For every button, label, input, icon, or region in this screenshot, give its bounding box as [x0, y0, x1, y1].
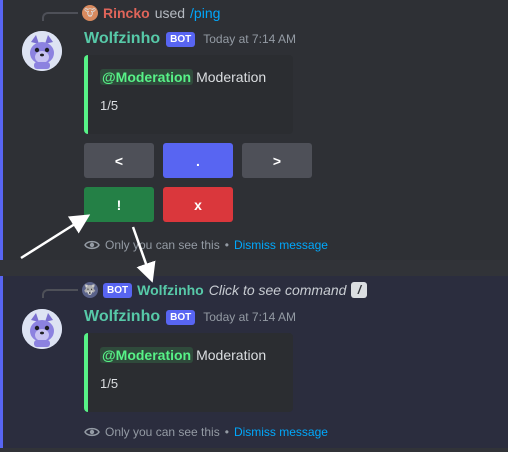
- ephemeral-accent-bar: [0, 276, 3, 448]
- close-button[interactable]: x: [163, 187, 233, 222]
- ephemeral-text: Only you can see this: [105, 425, 220, 439]
- embed: @Moderation Moderation 1/5: [84, 55, 293, 134]
- embed-title: @Moderation Moderation: [100, 69, 266, 85]
- message-header: Wolfzinho BOT Today at 7:14 AM: [84, 307, 296, 327]
- ephemeral-notice: Only you can see this • Dismiss message: [84, 424, 328, 440]
- ephemeral-text: Only you can see this: [105, 238, 220, 252]
- author-name[interactable]: Wolfzinho: [84, 308, 160, 326]
- dismiss-message-link[interactable]: Dismiss message: [234, 425, 328, 439]
- slash-command-icon: /: [351, 282, 368, 298]
- timestamp[interactable]: Today at 7:14 AM: [203, 310, 296, 324]
- embed-description: 1/5: [100, 376, 119, 391]
- reply-bot-tag: BOT: [103, 282, 133, 298]
- ephemeral-separator: •: [224, 425, 229, 439]
- ephemeral-accent-bar: [0, 0, 3, 260]
- dismiss-message-link[interactable]: Dismiss message: [234, 238, 328, 252]
- wolf-avatar-icon: [22, 31, 62, 71]
- bot-tag: BOT: [166, 31, 196, 47]
- ephemeral-separator: •: [224, 238, 229, 252]
- author-name[interactable]: Wolfzinho: [84, 30, 160, 48]
- current-page-button[interactable]: .: [163, 143, 233, 178]
- role-mention[interactable]: @Moderation: [100, 69, 194, 85]
- avatar[interactable]: [22, 309, 62, 349]
- embed-title-text: Moderation: [196, 347, 267, 363]
- reply-context[interactable]: 🐮 Rincko used /ping: [82, 3, 220, 23]
- eye-icon: [84, 237, 100, 253]
- wolf-avatar-icon: [22, 309, 62, 349]
- reply-connector: [42, 12, 78, 21]
- embed-title-text: Moderation: [196, 69, 267, 85]
- message-header: Wolfzinho BOT Today at 7:14 AM: [84, 29, 296, 49]
- reply-context[interactable]: 🐺 BOT Wolfzinho Click to see command /: [82, 280, 368, 300]
- message-2: 🐺 BOT Wolfzinho Click to see command / W…: [0, 276, 508, 448]
- embed-title: @Moderation Moderation: [100, 347, 266, 363]
- role-mention[interactable]: @Moderation: [100, 347, 194, 363]
- embed-description: 1/5: [100, 98, 119, 113]
- click-to-see-command[interactable]: Click to see command: [209, 282, 347, 298]
- replied-user-name[interactable]: Wolfzinho: [137, 282, 204, 298]
- previous-button[interactable]: <: [84, 143, 154, 178]
- message-1: 🐮 Rincko used /ping Wolfzinho BOT Today …: [0, 0, 508, 260]
- replied-user-avatar: 🐮: [82, 5, 98, 21]
- ephemeral-notice: Only you can see this • Dismiss message: [84, 237, 328, 253]
- replied-user-name[interactable]: Rincko: [103, 5, 150, 21]
- timestamp[interactable]: Today at 7:14 AM: [203, 32, 296, 46]
- action-button[interactable]: !: [84, 187, 154, 222]
- next-button[interactable]: >: [242, 143, 312, 178]
- reply-connector: [42, 289, 78, 298]
- eye-icon: [84, 424, 100, 440]
- reply-verb: used: [154, 5, 186, 21]
- embed: @Moderation Moderation 1/5: [84, 333, 293, 412]
- command-name[interactable]: /ping: [190, 5, 220, 21]
- bot-tag: BOT: [166, 309, 196, 325]
- avatar[interactable]: [22, 31, 62, 71]
- replied-bot-avatar: 🐺: [82, 282, 98, 298]
